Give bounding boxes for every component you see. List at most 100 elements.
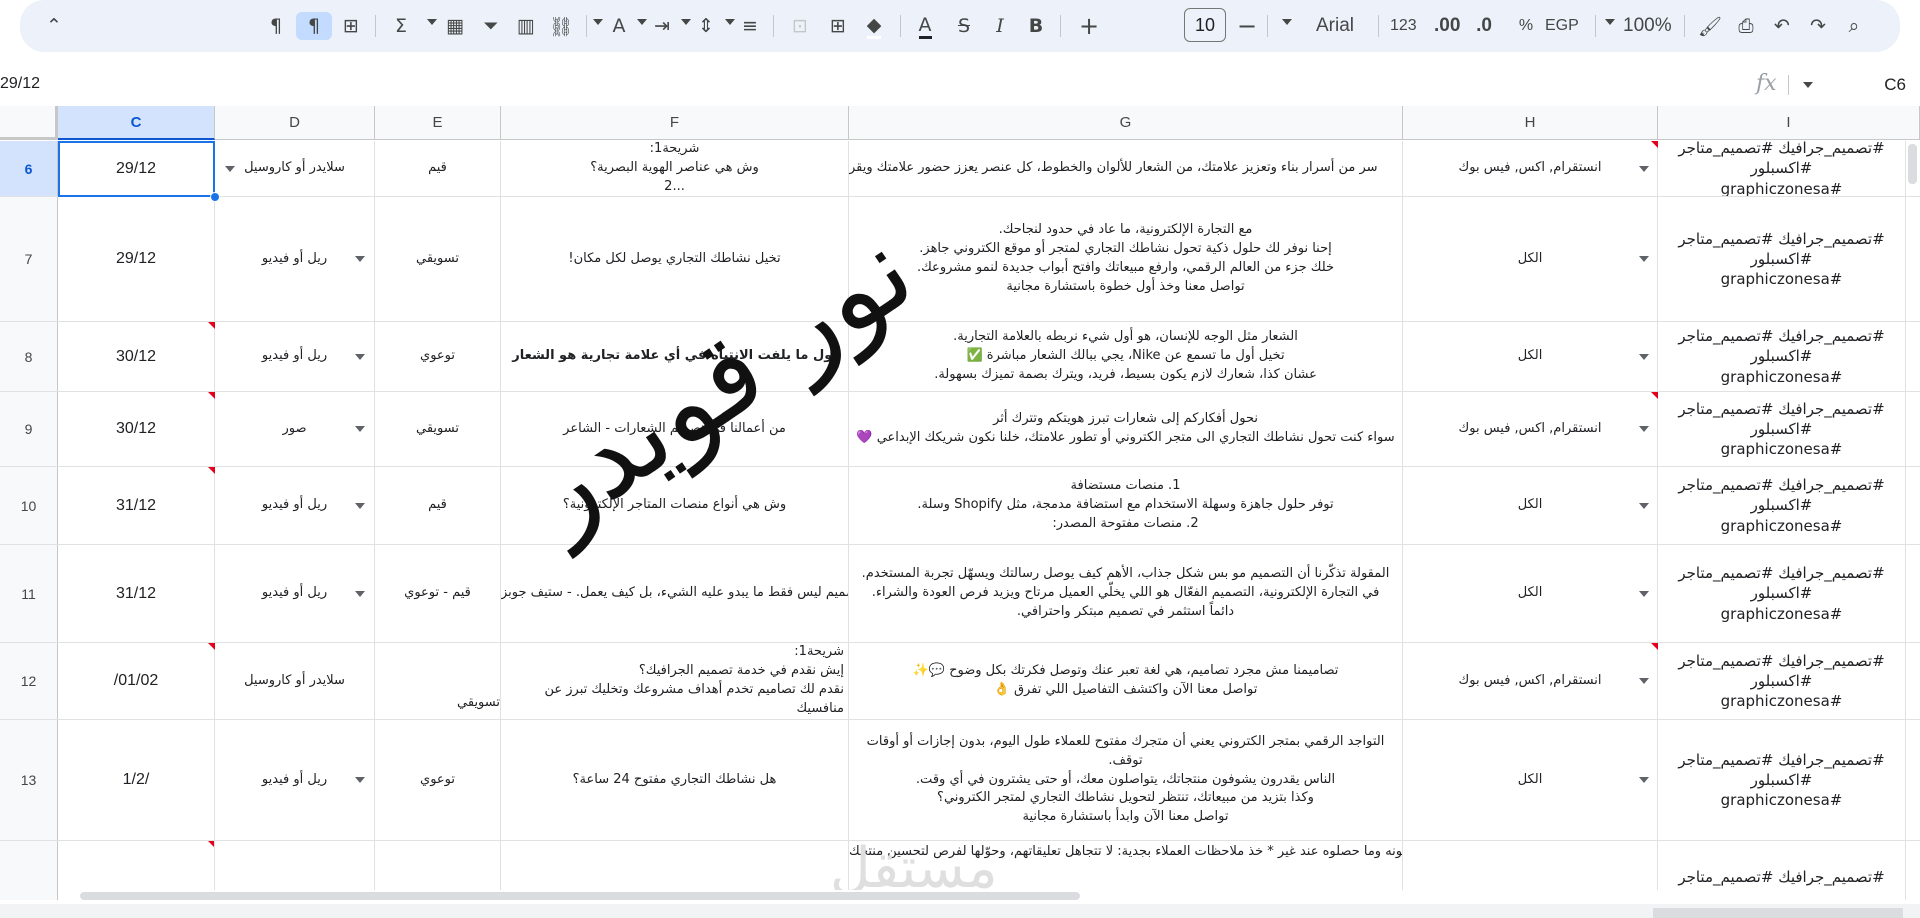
calculator-icon[interactable]: ▦	[443, 12, 467, 40]
print-icon[interactable]: ⎙	[1734, 12, 1758, 40]
caption-cell[interactable]: تصاميمنا مش مجرد تصاميم، هي لغة تعبر عنك…	[849, 643, 1403, 719]
date-cell[interactable]: 1/2/	[58, 720, 215, 840]
platform-cell[interactable]: الكل	[1403, 322, 1658, 391]
caption-cell[interactable]: التواجد الرقمي بمتجر الكتروني يعني أن مت…	[849, 720, 1403, 840]
type-cell[interactable]: تسويقي	[375, 392, 501, 466]
name-box[interactable]: C6	[1860, 75, 1906, 95]
dropdown-arrow-icon[interactable]	[1639, 777, 1649, 783]
caption-cell[interactable]: الشعار مثل الوجه للإنسان، هو أول شيء نرب…	[849, 322, 1403, 391]
zoom-caret-icon[interactable]	[1605, 19, 1615, 25]
title-cell[interactable]: من أعمالنا في تصميم الشعارات - الشاعر	[501, 392, 849, 466]
type-cell[interactable]: قيم - توعوي	[375, 545, 501, 642]
borders-icon[interactable]: ⊞	[826, 12, 850, 40]
undo-icon[interactable]: ↶	[1770, 12, 1794, 40]
table-icon[interactable]: ⊞	[339, 12, 363, 40]
increase-font-icon[interactable]: +	[1077, 12, 1101, 40]
row-header[interactable]	[0, 841, 58, 900]
chevron-up-icon[interactable]: ⌃	[42, 12, 66, 40]
dropdown-arrow-icon[interactable]	[355, 590, 365, 597]
column-header-e[interactable]: E	[375, 106, 501, 140]
format-cell[interactable]: سلايدر أو كاروسيل	[215, 141, 375, 196]
decimal-increase-button[interactable]: .00	[1434, 12, 1460, 40]
row-header[interactable]: 8	[0, 322, 58, 391]
horizontal-align-caret-icon[interactable]	[725, 19, 735, 25]
more-formats-button[interactable]: 123	[1390, 12, 1417, 40]
functions-icon[interactable]: Σ	[389, 12, 413, 40]
platform-cell[interactable]: انستقرام, اكس, فيس بوك	[1403, 643, 1658, 719]
caption-cell[interactable]: سر من أسرار بناء وتعزيز علامتك، من الشعا…	[849, 141, 1403, 196]
caption-cell[interactable]: نحول أفكاركم إلى شعارات تبرز هويتكم وتتر…	[849, 392, 1403, 466]
dropdown-arrow-icon[interactable]	[355, 426, 365, 432]
dropdown-arrow-icon[interactable]	[355, 256, 365, 262]
platform-cell[interactable]: الكل	[1403, 197, 1658, 321]
format-cell[interactable]: صور	[215, 392, 375, 466]
decimal-decrease-button[interactable]: .0	[1472, 12, 1496, 40]
column-header-h[interactable]: H	[1403, 106, 1658, 140]
decrease-font-icon[interactable]: −	[1235, 12, 1259, 40]
format-cell[interactable]: ريل أو فيديو	[215, 322, 375, 391]
caption-cell[interactable]: المقولة تذكّرنا أن التصميم مو بس شكل جذا…	[849, 545, 1403, 642]
functions-caret-icon[interactable]	[427, 19, 437, 25]
italic-icon[interactable]: I	[988, 12, 1012, 40]
font-name-select[interactable]: Arial	[1316, 12, 1354, 40]
platform-cell[interactable]: الكل	[1403, 467, 1658, 544]
fill-handle[interactable]	[210, 192, 220, 202]
horizontal-align-icon[interactable]: ≡	[738, 12, 762, 40]
platform-cell[interactable]: الكل	[1403, 720, 1658, 840]
fill-color-icon[interactable]: ◆	[862, 12, 886, 40]
title-cell[interactable]: شريحة1: إيش نقدم في خدمة تصميم الجرافيك؟…	[501, 643, 849, 719]
date-cell[interactable]: 30/12	[58, 322, 215, 391]
date-cell[interactable]: 29/12	[58, 141, 215, 196]
text-wrap-icon[interactable]: ⇥	[650, 12, 674, 40]
rtl-paragraph-icon[interactable]: ¶	[264, 12, 288, 40]
horizontal-scrollbar[interactable]	[60, 890, 1905, 902]
row-header[interactable]: 7	[0, 197, 58, 321]
date-cell[interactable]: 31/12	[58, 467, 215, 544]
title-cell[interactable]: تخيل نشاطك التجاري يوصل لكل مكان!	[501, 197, 849, 321]
dropdown-arrow-icon[interactable]	[1639, 353, 1649, 360]
font-name-caret-icon[interactable]	[1282, 19, 1292, 25]
date-cell[interactable]: 31/12	[58, 545, 215, 642]
hashtags-cell[interactable]: #تصميم_جرافيك #تصميم_متاجر #اكسبلور #gra…	[1658, 141, 1906, 196]
hashtags-cell[interactable]: #تصميم_جرافيك #تصميم_متاجر #اكسبلور #gra…	[1658, 322, 1906, 391]
column-header-g[interactable]: G	[849, 106, 1403, 140]
type-cell[interactable]: قيم	[375, 467, 501, 544]
format-cell[interactable]: ريل أو فيديو	[215, 720, 375, 840]
type-cell[interactable]: تسويقي	[375, 643, 501, 719]
format-cell[interactable]: ريل أو فيديو	[215, 197, 375, 321]
formula-input[interactable]: 29/12	[0, 75, 40, 93]
link-icon[interactable]: ⛓	[549, 12, 573, 40]
dropdown-arrow-icon[interactable]	[1639, 678, 1649, 684]
type-cell[interactable]: تسويقي	[375, 197, 501, 321]
text-color-icon[interactable]: A	[913, 12, 937, 40]
caption-cell[interactable]: مع التجارة الإلكترونية، ما عاد في حدود ل…	[849, 197, 1403, 321]
row-header[interactable]: 10	[0, 467, 58, 544]
dropdown-arrow-icon[interactable]	[355, 502, 365, 509]
dropdown-arrow-icon[interactable]	[225, 165, 235, 172]
dropdown-arrow-icon[interactable]	[355, 777, 365, 783]
row-header[interactable]: 13	[0, 720, 58, 840]
title-cell[interactable]: هل نشاطك التجاري مفتوح 24 ساعة؟	[501, 720, 849, 840]
hashtags-cell[interactable]: #تصميم_جرافيك #تصميم_متاجر #اكسبلور #gra…	[1658, 545, 1906, 642]
row-header[interactable]: 11	[0, 545, 58, 642]
vertical-align-caret-icon[interactable]	[681, 19, 691, 25]
column-header-f[interactable]: F	[501, 106, 849, 140]
hashtags-cell[interactable]: #تصميم_جرافيك #تصميم_متاجر #اكسبلور #gra…	[1658, 643, 1906, 719]
currency-button[interactable]: EGP	[1545, 12, 1579, 40]
dropdown-arrow-icon[interactable]	[1639, 256, 1649, 262]
merge-cells-icon[interactable]: ⊡	[788, 12, 812, 40]
type-cell[interactable]: توعوي	[375, 322, 501, 391]
bold-icon[interactable]: B	[1024, 12, 1048, 40]
font-size-input[interactable]: 10	[1184, 8, 1226, 42]
strikethrough-icon[interactable]: S	[952, 12, 976, 40]
platform-cell[interactable]: انستقرام, اكس, فيس بوك	[1403, 392, 1658, 466]
text-rotation-caret-icon[interactable]	[593, 19, 603, 25]
column-header-i[interactable]: I	[1658, 106, 1920, 140]
chart-icon[interactable]: ▥	[514, 12, 538, 40]
type-cell[interactable]: توعوي	[375, 720, 501, 840]
date-cell[interactable]: 30/12	[58, 392, 215, 466]
vertical-scroll-thumb[interactable]	[1908, 144, 1917, 184]
hashtags-cell[interactable]: #تصميم_جرافيك #تصميم_متاجر #اكسبلور #gra…	[1658, 197, 1906, 321]
horizontal-scroll-thumb[interactable]	[80, 892, 1080, 900]
dropdown-arrow-icon[interactable]	[1639, 590, 1649, 597]
